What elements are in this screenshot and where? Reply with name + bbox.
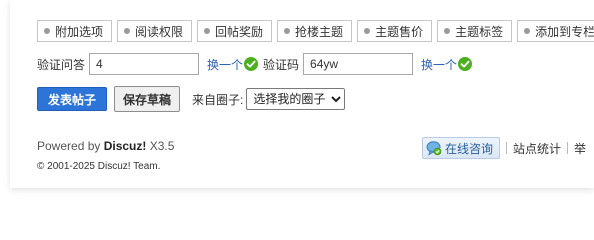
captcha-question-input[interactable] <box>89 53 200 75</box>
check-circle-icon <box>458 57 473 71</box>
bullet-dot-icon <box>124 28 131 34</box>
tab-label: 添加到专栏 <box>535 24 594 39</box>
tab-label: 主题标签 <box>455 24 504 39</box>
footer-divider <box>506 142 508 154</box>
circle-select-wrap: 选择我的圈子 <box>246 88 346 110</box>
circle-select[interactable]: 选择我的圈子 <box>246 88 346 110</box>
captcha-code-refresh-link[interactable]: 换一个 <box>421 56 457 73</box>
extra-options-tabs: 附加选项 阅读权限 回帖奖励 抢楼主题 主题售价 主题标签 添加到专栏 <box>37 20 594 42</box>
powered-by: Powered by Discuz! X3.5 <box>37 139 174 153</box>
chat-bubble-icon <box>426 141 442 156</box>
tab-label: 阅读权限 <box>135 24 184 39</box>
site-stats-link[interactable]: 站点统计 <box>513 140 561 157</box>
captcha-question-refresh-link[interactable]: 换一个 <box>207 56 243 73</box>
captcha-row: 验证问答 换一个 验证码 换一个 <box>37 52 473 76</box>
copyright-text: © 2001-2025 Discuz! Team. <box>37 161 161 172</box>
post-editor-panel: 附加选项 阅读权限 回帖奖励 抢楼主题 主题售价 主题标签 添加到专栏 验证问答… <box>10 0 594 188</box>
brand-name[interactable]: Discuz! <box>104 139 147 153</box>
report-link[interactable]: 举 <box>574 140 586 157</box>
bullet-dot-icon <box>44 28 50 34</box>
bullet-dot-icon <box>444 28 451 34</box>
tab-label: 主题售价 <box>375 24 424 39</box>
publish-post-button[interactable]: 发表帖子 <box>37 87 108 111</box>
circle-label: 来自圈子: <box>192 92 244 107</box>
footer-divider <box>567 142 569 154</box>
tab-extra-options[interactable]: 附加选项 <box>37 20 113 42</box>
tab-reply-reward[interactable]: 回帖奖励 <box>197 20 273 42</box>
captcha-question-label: 验证问答 <box>37 57 86 72</box>
submit-row: 发表帖子 保存草稿 来自圈子: 选择我的圈子 <box>37 86 346 112</box>
tab-read-permission[interactable]: 阅读权限 <box>117 20 193 42</box>
version-text: X3.5 <box>146 139 175 153</box>
powered-prefix: Powered by <box>37 139 104 153</box>
tab-label: 附加选项 <box>55 24 104 39</box>
tab-floor-grab[interactable]: 抢楼主题 <box>277 20 353 42</box>
page: 附加选项 阅读权限 回帖奖励 抢楼主题 主题售价 主题标签 添加到专栏 验证问答… <box>0 0 594 200</box>
save-draft-button[interactable]: 保存草稿 <box>114 86 181 112</box>
bullet-dot-icon <box>524 28 531 34</box>
online-consult-label: 在线咨询 <box>445 141 494 156</box>
tab-label: 回帖奖励 <box>215 24 264 39</box>
tab-add-to-column[interactable]: 添加到专栏 <box>517 20 594 42</box>
footer-links: 在线咨询 站点统计 举 <box>422 137 586 159</box>
bullet-dot-icon <box>364 28 371 34</box>
tab-thread-price[interactable]: 主题售价 <box>357 20 433 42</box>
tab-thread-tags[interactable]: 主题标签 <box>437 20 513 42</box>
check-circle-icon <box>244 57 259 71</box>
bullet-dot-icon <box>204 28 211 34</box>
online-consult-button[interactable]: 在线咨询 <box>422 137 501 159</box>
tab-label: 抢楼主题 <box>295 24 344 39</box>
captcha-code-label: 验证码 <box>263 57 300 72</box>
captcha-code-input[interactable] <box>303 53 414 75</box>
bullet-dot-icon <box>284 28 291 34</box>
